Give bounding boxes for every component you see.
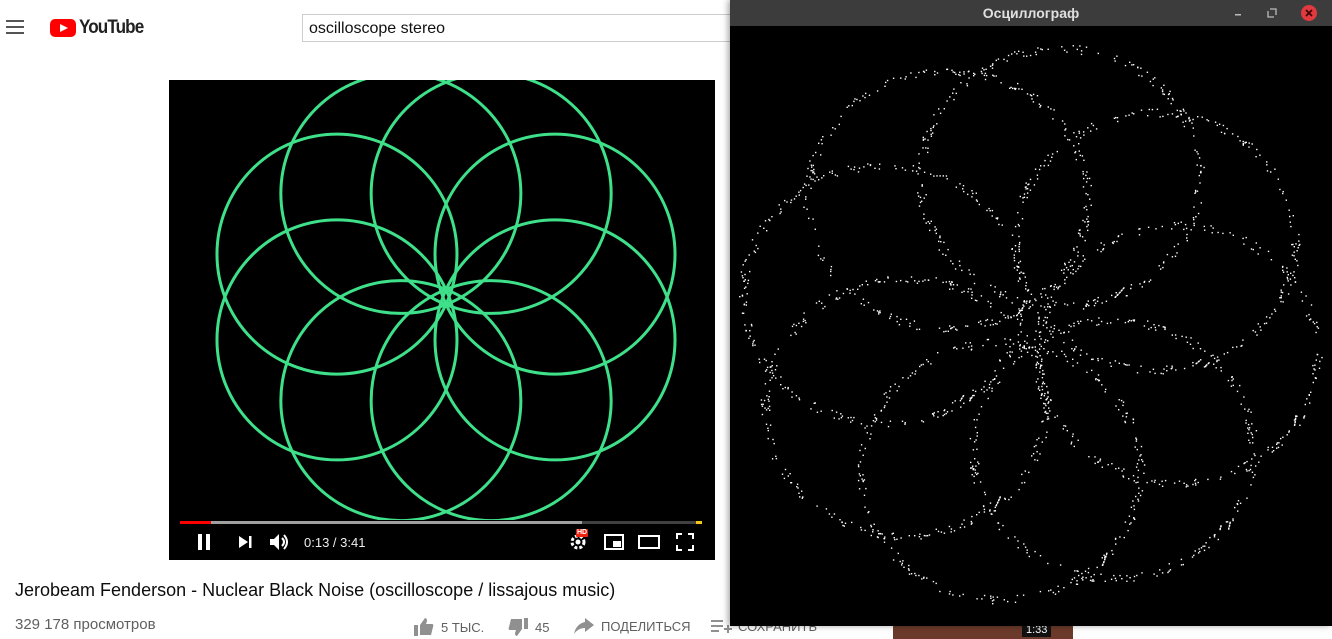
progress-marker [696,521,702,524]
video-player[interactable]: 0:13 / 3:41 HD [169,80,715,560]
close-icon[interactable] [1301,5,1317,21]
trace-loop [279,279,523,520]
next-icon[interactable] [235,532,255,552]
youtube-logo[interactable]: YouTube [50,17,150,39]
trace-loop [369,279,613,520]
like-button[interactable]: 5 ТЫС. [413,617,484,637]
settings-icon[interactable]: HD [567,529,589,552]
progress-bar[interactable] [180,521,702,524]
miniplayer-icon[interactable] [603,532,625,552]
hd-badge: HD [576,529,589,537]
dislike-count: 45 [535,619,550,635]
share-button[interactable]: ПОДЕЛИТЬСЯ [573,617,690,635]
pause-icon[interactable] [194,532,214,552]
minimize-icon[interactable] [1229,4,1247,22]
progress-buffered [180,521,582,524]
like-count: 5 ТЫС. [441,619,485,635]
dislike-button[interactable]: 45 [507,617,549,637]
progress-played [180,521,211,524]
player-controls: 0:13 / 3:41 HD [169,529,715,560]
search-input[interactable]: oscilloscope stereo [302,14,742,42]
thumb-down-icon [508,618,528,636]
video-title: Jerobeam Fenderson - Nuclear Black Noise… [15,580,616,600]
lissajous-figure [215,80,677,520]
fullscreen-icon[interactable] [675,532,695,552]
time-display: 0:13 / 3:41 [304,535,366,550]
view-count: 329 178 просмотров [15,616,156,633]
video-frame [215,80,677,520]
window-titlebar[interactable]: Осциллограф [730,0,1332,26]
youtube-header: YouTube oscilloscope stereo [0,0,742,56]
theater-icon[interactable] [638,532,660,552]
scope-dots [739,45,1323,605]
save-icon [711,620,732,633]
youtube-logo-icon [50,19,76,37]
share-icon [574,618,594,634]
maximize-icon[interactable] [1263,4,1281,22]
logo-text: YouTube [79,17,144,38]
thumb-up-icon [414,618,434,636]
oscilloscope-display [730,26,1332,626]
oscilloscope-window: Осциллограф [730,0,1332,626]
menu-icon[interactable] [6,20,24,34]
share-label: ПОДЕЛИТЬСЯ [601,618,691,634]
volume-icon[interactable] [269,532,291,552]
